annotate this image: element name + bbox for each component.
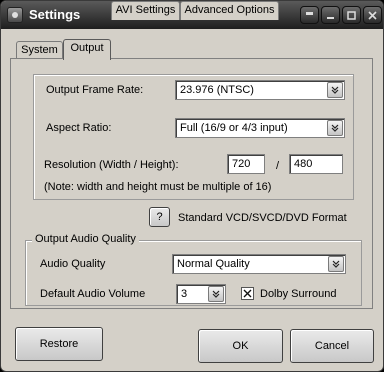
resolution-label: Resolution (Width / Height): — [44, 159, 179, 171]
height-value: 480 — [294, 158, 313, 170]
aspect-ratio-label: Aspect Ratio: — [46, 122, 112, 134]
dolby-surround-label: Dolby Surround — [260, 288, 337, 300]
chevron-down-icon[interactable] — [327, 82, 343, 98]
width-value: 720 — [232, 158, 251, 170]
dolby-surround-checkbox[interactable] — [241, 287, 254, 300]
cancel-button[interactable]: Cancel — [290, 329, 374, 363]
aspect-ratio-select[interactable]: Full (16/9 or 4/3 input) — [175, 118, 345, 138]
chevron-down-icon[interactable] — [327, 120, 343, 136]
frame-rate-value: 23.976 (NTSC) — [180, 84, 254, 96]
tab-output[interactable]: Output — [63, 39, 111, 60]
format-help-button[interactable]: ? — [149, 207, 170, 227]
app-icon — [7, 7, 23, 23]
audio-volume-value: 3 — [181, 288, 188, 300]
audio-volume-select[interactable]: 3 — [176, 284, 226, 304]
minimize-icon[interactable] — [321, 6, 340, 24]
tab-advanced-options[interactable]: Advanced Options — [180, 1, 279, 20]
chevron-down-icon[interactable] — [328, 256, 344, 272]
frame-rate-select[interactable]: 23.976 (NTSC) — [175, 80, 345, 100]
audio-volume-label: Default Audio Volume — [40, 288, 146, 300]
audio-group-title: Output Audio Quality — [32, 233, 139, 245]
aspect-ratio-value: Full (16/9 or 4/3 input) — [180, 122, 288, 134]
restore-button[interactable]: Restore — [15, 327, 103, 361]
audio-quality-select[interactable]: Normal Quality — [172, 254, 346, 274]
frame-rate-label: Output Frame Rate: — [46, 84, 144, 96]
width-input[interactable]: 720 — [227, 154, 265, 174]
tab-avi-settings[interactable]: AVI Settings — [111, 1, 180, 20]
settings-window: Settings System Output AVI Settings Adva… — [0, 0, 384, 372]
rollup-icon[interactable] — [300, 6, 319, 24]
audio-quality-group: Output Audio Quality Audio Quality Norma… — [25, 233, 362, 306]
video-settings-panel: Output Frame Rate: 23.976 (NTSC) Aspect … — [33, 74, 354, 200]
checkmark-icon — [243, 289, 252, 298]
window-title: Settings — [29, 7, 81, 22]
standard-format-label: Standard VCD/SVCD/DVD Format — [178, 212, 347, 224]
height-input[interactable]: 480 — [289, 154, 343, 174]
audio-quality-label: Audio Quality — [40, 258, 106, 270]
ok-button[interactable]: OK — [198, 329, 283, 363]
maximize-icon[interactable] — [342, 6, 361, 24]
audio-quality-value: Normal Quality — [177, 258, 250, 270]
close-icon[interactable] — [363, 6, 382, 24]
chevron-down-icon[interactable] — [208, 286, 224, 302]
resolution-note: (Note: width and height must be multiple… — [44, 181, 272, 193]
output-tab-panel: Output Frame Rate: 23.976 (NTSC) Aspect … — [10, 58, 373, 309]
resolution-separator: / — [276, 160, 280, 172]
